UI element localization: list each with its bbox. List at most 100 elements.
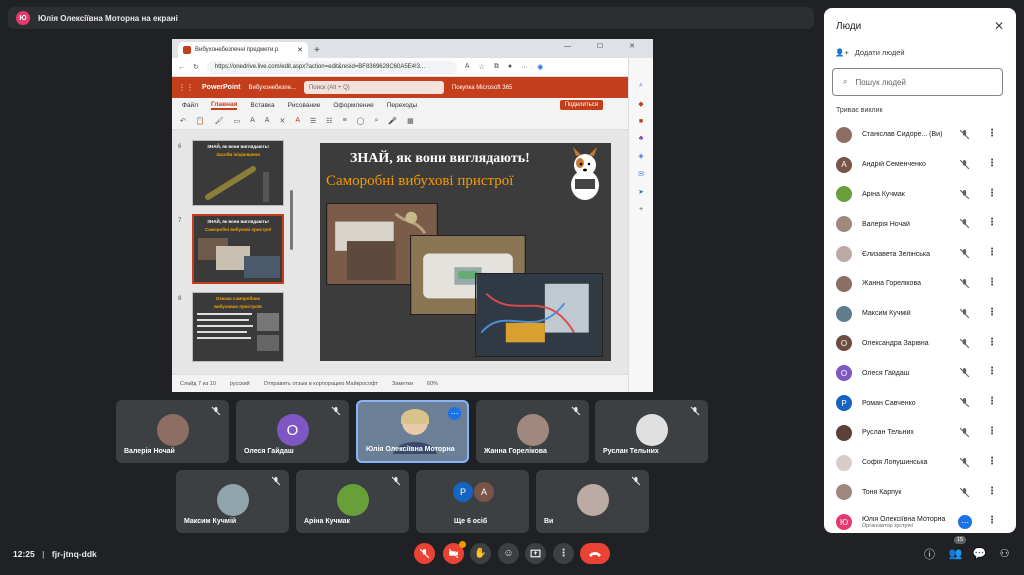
close-icon[interactable]: ✕	[994, 19, 1004, 33]
slide-thumbnail-6[interactable]: ЗНАЙ, як вони виглядають! Засоби ініціюв…	[192, 140, 284, 206]
shapes-icon[interactable]: ◯	[357, 117, 365, 125]
participant-tile-self[interactable]: Ви	[536, 470, 649, 533]
align-icon[interactable]: ≡	[343, 117, 347, 124]
more-options-icon[interactable]: ⋮	[987, 188, 997, 199]
read-aloud-icon[interactable]: A	[465, 63, 470, 71]
participant-tile[interactable]: Жанна Горелікова	[476, 400, 589, 463]
bullets-icon[interactable]: ☰	[310, 117, 316, 125]
collections-icon[interactable]: ⧉	[494, 63, 499, 71]
ribbon-tab-transitions[interactable]: Переходы	[387, 102, 418, 109]
designer-icon[interactable]: ▦	[407, 117, 414, 125]
sidebar-add-icon[interactable]: +	[639, 206, 643, 213]
sidebar-tag-icon[interactable]: ◆	[638, 100, 643, 108]
sidebar-send-icon[interactable]: ➤	[638, 188, 644, 196]
participant-tile[interactable]: Аріна Кучмак	[296, 470, 409, 533]
present-screen-button[interactable]	[525, 543, 546, 564]
font-color-icon[interactable]: A	[295, 117, 300, 124]
new-slide-icon[interactable]: ▭	[233, 117, 240, 125]
url-input[interactable]: https://onedrive.live.com/edit.aspx?acti…	[206, 60, 457, 74]
new-tab-icon[interactable]: +	[314, 45, 320, 56]
add-people-button[interactable]: 👤+ Додати людей	[835, 48, 905, 57]
sidebar-m365-icon[interactable]: ◈	[638, 152, 643, 160]
more-participants-tile[interactable]: Р А Ще 6 осіб	[416, 470, 529, 533]
mic-toggle-button[interactable]	[414, 543, 435, 564]
ribbon-tab-design[interactable]: Оформление	[333, 102, 373, 109]
document-name[interactable]: Вибухонебезпе...	[249, 85, 296, 91]
more-options-icon[interactable]: ⋮	[987, 456, 997, 467]
sidebar-outlook-icon[interactable]: ✉	[638, 170, 644, 178]
list-item[interactable]: Єлизавета Зелінська ⋮	[824, 239, 1016, 269]
list-item[interactable]: Софія Лопушинська ⋮	[824, 448, 1016, 478]
people-search-input[interactable]: ⌕ Пошук людей	[832, 68, 1003, 96]
ribbon-tab-home[interactable]: Главная	[210, 101, 238, 110]
back-icon[interactable]: ←	[178, 64, 185, 71]
leave-call-button[interactable]	[580, 543, 610, 564]
more-options-icon[interactable]: ⋮	[987, 515, 997, 526]
undo-icon[interactable]: ↶	[180, 117, 186, 125]
ppt-search-input[interactable]: Поиск (Alt + Q)	[303, 81, 444, 94]
more-options-icon[interactable]: ⋯	[448, 407, 461, 420]
font-shrink-icon[interactable]: A	[265, 117, 270, 124]
list-item[interactable]: Станіслав Сидоре... (Ви) ⋮	[824, 120, 1016, 150]
slide-thumbnail-7[interactable]: ЗНАЙ, як вони виглядають! Саморобні вибу…	[192, 214, 284, 284]
list-item[interactable]: О Олександра Зарівна ⋮	[824, 329, 1016, 359]
more-options-icon[interactable]: ⋮	[987, 247, 997, 258]
list-item-organizer[interactable]: Ю Юлія Олексіївна Моторна Організатор зус…	[824, 507, 1016, 533]
dictate-icon[interactable]: 🎤	[388, 117, 397, 125]
more-options-icon[interactable]: ⋮	[987, 337, 997, 348]
chat-button[interactable]: 💬	[972, 546, 987, 561]
list-item[interactable]: Аріна Кучмак ⋮	[824, 180, 1016, 210]
status-zoom[interactable]: 60%	[427, 381, 438, 387]
font-grow-icon[interactable]: A	[250, 117, 255, 124]
more-options-icon[interactable]: ⋮	[987, 128, 997, 139]
participant-tile[interactable]: Руслан Тельних	[595, 400, 708, 463]
camera-toggle-button[interactable]	[443, 541, 466, 564]
profile-icon[interactable]: ●	[508, 63, 512, 71]
more-options-icon[interactable]: ⋮	[987, 486, 997, 497]
reactions-button[interactable]: ☺	[498, 543, 519, 564]
more-options-icon[interactable]: ⋮	[987, 307, 997, 318]
list-item[interactable]: Валерія Ночай ⋮	[824, 209, 1016, 239]
list-item[interactable]: Максим Кучмій ⋮	[824, 299, 1016, 329]
list-item[interactable]: А Андрій Семенченко ⋮	[824, 150, 1016, 180]
sidebar-search-icon[interactable]: ⌕	[639, 82, 643, 90]
thumbnail-scrollbar[interactable]	[290, 190, 293, 250]
list-item[interactable]: Тоня Карпук ⋮	[824, 478, 1016, 508]
ribbon-tab-insert[interactable]: Вставка	[250, 102, 274, 109]
buy-m365-link[interactable]: Покупка Microsoft 365	[452, 85, 512, 91]
app-launcher-icon[interactable]: ⋮⋮	[178, 83, 194, 92]
more-icon[interactable]: ⋯	[521, 63, 528, 71]
window-controls[interactable]: — ☐ ✕	[564, 42, 647, 50]
list-item[interactable]: О Олеся Гайдаш ⋮	[824, 358, 1016, 388]
paste-icon[interactable]: 📋	[196, 117, 205, 125]
sidebar-bag-icon[interactable]: ■	[639, 118, 643, 125]
format-painter-icon[interactable]: 🖌	[215, 117, 224, 125]
meeting-details-button[interactable]: ⓘ	[922, 546, 937, 561]
current-slide[interactable]: ЗНАЙ, як вони виглядають! Саморобні вибу…	[320, 143, 611, 361]
raise-hand-button[interactable]: ✋	[470, 543, 491, 564]
more-options-icon[interactable]: ⋮	[987, 158, 997, 169]
status-notes[interactable]: Заметки	[392, 381, 413, 387]
slide-thumbnail-8[interactable]: Ознаки саморобних вибухових пристроїв	[192, 292, 284, 362]
participant-tile[interactable]: Валерія Ночай	[116, 400, 229, 463]
people-button[interactable]: 👥	[948, 546, 963, 561]
participant-tile[interactable]: Максим Кучмій	[176, 470, 289, 533]
activities-button[interactable]: ⚇	[997, 546, 1012, 561]
share-button[interactable]: Поделиться	[559, 100, 603, 110]
more-options-icon[interactable]: ⋮	[987, 396, 997, 407]
list-item[interactable]: Жанна Горелікова ⋮	[824, 269, 1016, 299]
status-language[interactable]: русский	[230, 381, 250, 387]
participant-tile[interactable]: О Олеся Гайдаш	[236, 400, 349, 463]
close-tab-icon[interactable]: ✕	[297, 46, 303, 54]
browser-tab[interactable]: Вибухонебезпечні предмети.p ✕	[178, 42, 308, 58]
more-options-icon[interactable]: ⋮	[987, 366, 997, 377]
more-options-icon[interactable]: ⋮	[987, 426, 997, 437]
status-feedback[interactable]: Отправить отзыв в корпорацию Майкрософт	[264, 381, 378, 387]
more-options-icon[interactable]: ⋮	[987, 217, 997, 228]
clear-format-icon[interactable]: ✕	[279, 117, 285, 125]
participant-tile-active-speaker[interactable]: ⋯ Юлія Олексіївна Моторна	[356, 400, 469, 463]
bing-icon[interactable]: ◉	[537, 63, 543, 71]
reload-icon[interactable]: ↻	[193, 63, 199, 71]
numbering-icon[interactable]: ☷	[326, 117, 332, 125]
more-options-icon[interactable]: ⋮	[987, 277, 997, 288]
